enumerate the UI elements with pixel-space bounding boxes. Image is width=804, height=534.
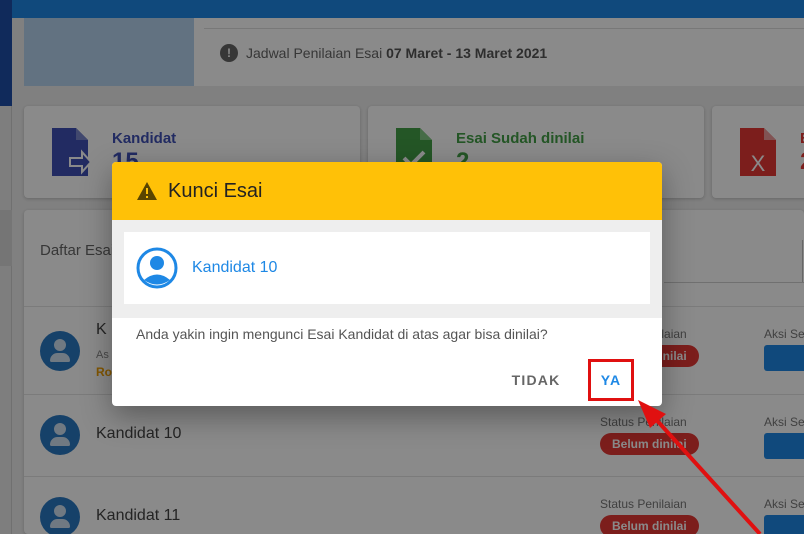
red-arrow-annotation	[638, 400, 762, 534]
